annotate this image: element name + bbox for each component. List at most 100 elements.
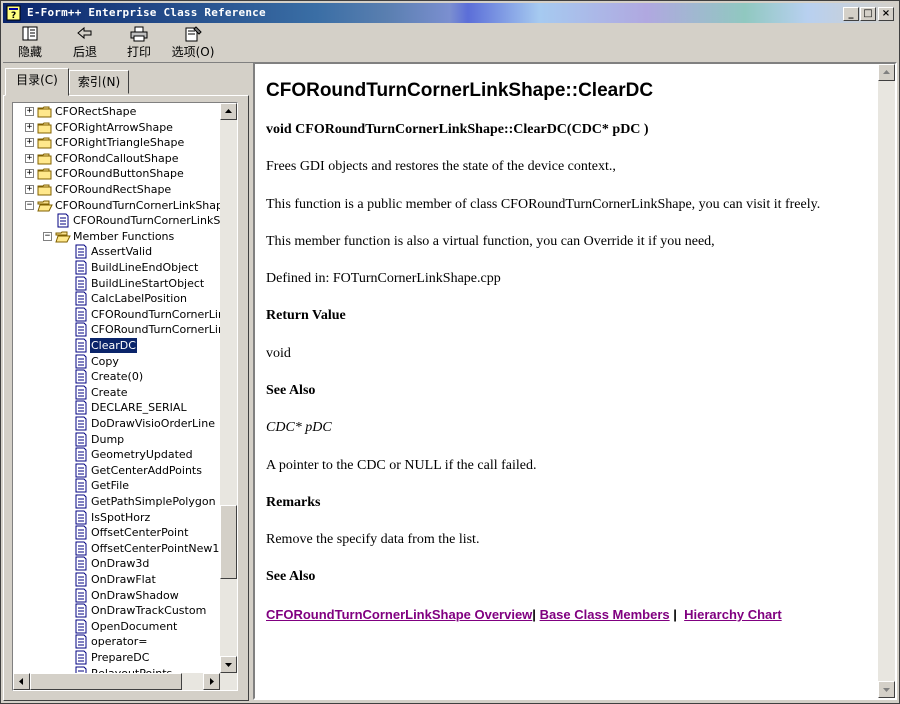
tree-item[interactable]: − CFORoundTurnCornerLinkShape bbox=[13, 198, 221, 213]
see-also-heading: See Also bbox=[266, 383, 316, 398]
tree-item[interactable]: OffsetCenterPointNew1 bbox=[13, 541, 221, 556]
see-also-heading-2: See Also bbox=[266, 569, 316, 584]
hierarchy-chart-link[interactable]: Hierarchy Chart bbox=[684, 607, 782, 622]
scroll-up-button[interactable] bbox=[220, 103, 237, 120]
tree-item[interactable]: AssertValid bbox=[13, 244, 221, 259]
expand-icon[interactable]: + bbox=[25, 185, 34, 194]
tree-item[interactable]: + CFORondCalloutShape bbox=[13, 151, 221, 166]
hide-button[interactable]: 隐藏 bbox=[15, 26, 45, 60]
tree-item[interactable]: RelayoutPoints bbox=[13, 666, 221, 673]
tree-item[interactable]: CFORoundTurnCornerLinkShape bbox=[13, 322, 221, 337]
expand-icon[interactable]: + bbox=[25, 153, 34, 163]
overview-link[interactable]: CFORoundTurnCornerLinkShape Overview bbox=[266, 607, 532, 622]
collapse-icon[interactable]: − bbox=[25, 200, 34, 210]
tree-item[interactable]: DECLARE_SERIAL bbox=[13, 400, 221, 415]
tree-item[interactable]: OpenDocument bbox=[13, 619, 221, 634]
tree-item[interactable]: GetFile bbox=[13, 478, 221, 493]
topic-scroll-down-button[interactable] bbox=[878, 681, 895, 698]
tree-item[interactable]: BuildLineEndObject bbox=[13, 260, 221, 275]
scroll-left-button[interactable] bbox=[13, 673, 30, 690]
title-bar[interactable]: ? E-Form++ Enterprise Class Reference _ … bbox=[3, 3, 897, 23]
tab-contents[interactable]: 目录(C) bbox=[5, 68, 69, 96]
tab-index[interactable]: 索引(N) bbox=[69, 70, 129, 94]
tree-item-label: BuildLineStartObject bbox=[91, 276, 205, 290]
document-page-icon bbox=[75, 525, 87, 540]
tree-item-label: CFORoundRectShape bbox=[55, 183, 172, 196]
contents-tree[interactable]: + CFORectShape + CFORightArrowShape + CFORigh… bbox=[12, 102, 238, 691]
scroll-down-button[interactable] bbox=[220, 656, 237, 673]
document-page-icon bbox=[75, 447, 87, 462]
tree-item-label: PrepareDC bbox=[91, 651, 150, 664]
tree-item-label: CFORoundTurnCornerLinkShape bbox=[73, 214, 221, 228]
tree-item[interactable]: Create bbox=[13, 385, 221, 400]
document-page-icon bbox=[75, 588, 87, 603]
return-value: void bbox=[266, 346, 291, 361]
options-button[interactable]: 选项(O) bbox=[169, 26, 217, 60]
close-icon: × bbox=[881, 8, 891, 19]
tree-horizontal-scrollbar[interactable] bbox=[13, 673, 237, 690]
tab-contents-label: 目录(C) bbox=[16, 73, 58, 87]
expand-icon[interactable]: + bbox=[25, 107, 34, 116]
triangle-up-icon bbox=[225, 109, 232, 113]
minimize-button[interactable]: _ bbox=[843, 7, 859, 21]
tree-item[interactable]: + CFORoundRectShape bbox=[13, 182, 221, 197]
printer-icon bbox=[130, 26, 148, 42]
contents-panel: + CFORectShape + CFORightArrowShape + CFORigh… bbox=[3, 95, 249, 701]
topic-scroll-up-button[interactable] bbox=[878, 64, 895, 81]
tree-item-label: Create(0) bbox=[91, 370, 144, 384]
tree-item[interactable]: operator= bbox=[13, 634, 221, 649]
tree-item[interactable]: DoDrawVisioOrderLine bbox=[13, 416, 221, 431]
tree-item[interactable]: + CFORightTriangleShape bbox=[13, 135, 221, 150]
tree-item[interactable]: OnDrawTrackCustom bbox=[13, 603, 221, 618]
tree-item[interactable]: + CFORoundButtonShape bbox=[13, 166, 221, 181]
tree-item-label: DECLARE_SERIAL bbox=[91, 401, 187, 415]
tree-scroll-thumb[interactable] bbox=[220, 505, 237, 579]
tree-item[interactable]: OnDrawFlat bbox=[13, 572, 221, 587]
tree-item[interactable]: ClearDC bbox=[13, 337, 221, 354]
description-2: This function is a public member of clas… bbox=[266, 197, 821, 212]
back-button[interactable]: 后退 bbox=[69, 26, 101, 60]
tree-item-label: BuildLineEndObject bbox=[91, 261, 199, 274]
tree-item[interactable]: GetPathSimplePolygon bbox=[13, 494, 221, 509]
tree-item[interactable]: CFORoundTurnCornerLinkShape bbox=[13, 307, 221, 322]
tree-item[interactable]: + CFORectShape bbox=[13, 104, 221, 119]
print-button[interactable]: 打印 bbox=[123, 26, 155, 60]
tree-vertical-scrollbar[interactable] bbox=[220, 103, 237, 673]
maximize-button[interactable]: □ bbox=[860, 7, 876, 21]
expand-icon[interactable]: + bbox=[25, 138, 34, 148]
tree-item[interactable]: CFORoundTurnCornerLinkShape bbox=[13, 213, 221, 228]
tree-item-label: OffsetCenterPoint bbox=[91, 526, 189, 540]
expand-icon[interactable]: + bbox=[25, 122, 34, 132]
scroll-right-button[interactable] bbox=[203, 673, 220, 690]
tree-item[interactable]: GetCenterAddPoints bbox=[13, 463, 221, 478]
collapse-icon[interactable]: − bbox=[43, 231, 52, 241]
tree-item[interactable]: IsSpotHorz bbox=[13, 510, 221, 525]
tree-item[interactable]: OnDraw3d bbox=[13, 556, 221, 571]
document-page-icon bbox=[75, 338, 87, 353]
hide-icon bbox=[22, 26, 38, 41]
parameter-description: A pointer to the CDC or NULL if the call… bbox=[266, 458, 537, 473]
tree-hscroll-thumb[interactable] bbox=[30, 673, 182, 690]
tree-item[interactable]: Dump bbox=[13, 432, 221, 447]
tree-item[interactable]: Create(0) bbox=[13, 369, 221, 384]
closed-folder-icon bbox=[37, 153, 52, 165]
tree-item[interactable]: PrepareDC bbox=[13, 650, 221, 665]
close-button[interactable]: × bbox=[878, 7, 894, 21]
tree-item[interactable]: BuildLineStartObject bbox=[13, 276, 221, 291]
document-page-icon bbox=[75, 291, 87, 306]
tree-item[interactable]: CalcLabelPosition bbox=[13, 291, 221, 306]
base-class-members-link[interactable]: Base Class Members bbox=[540, 607, 670, 622]
expand-icon[interactable]: + bbox=[25, 169, 34, 179]
document-page-icon bbox=[75, 494, 87, 509]
tree-item[interactable]: OnDrawShadow bbox=[13, 588, 221, 603]
tree-item[interactable]: GeometryUpdated bbox=[13, 447, 221, 462]
minimize-icon: _ bbox=[848, 8, 854, 19]
function-signature: void CFORoundTurnCornerLinkShape::ClearD… bbox=[266, 122, 649, 137]
tree-item[interactable]: − Member Functions bbox=[13, 229, 221, 244]
tree-item[interactable]: OffsetCenterPoint bbox=[13, 525, 221, 540]
topic-vertical-scrollbar[interactable] bbox=[878, 64, 895, 698]
toolbar: 隐藏 后退 打印 选项(O) bbox=[3, 24, 897, 63]
tree-item[interactable]: + CFORightArrowShape bbox=[13, 120, 221, 135]
tab-index-label: 索引(N) bbox=[77, 75, 121, 89]
tree-item[interactable]: Copy bbox=[13, 354, 221, 369]
